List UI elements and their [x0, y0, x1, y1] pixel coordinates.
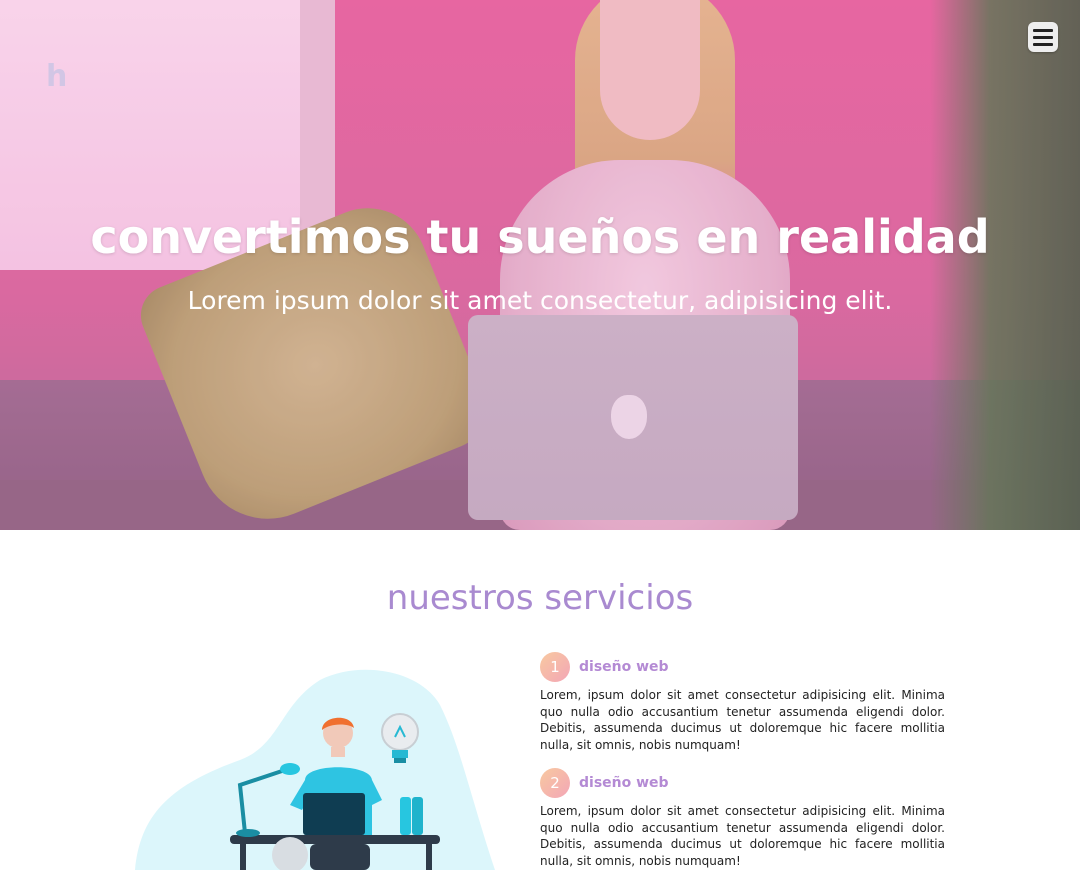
service-name: diseño web	[579, 775, 669, 791]
hamburger-menu-icon-line	[1033, 42, 1053, 46]
hero-title: convertimos tu sueños en realidad	[90, 210, 990, 264]
services-illustration	[130, 665, 500, 870]
service-name: diseño web	[579, 659, 669, 675]
desk	[230, 835, 440, 844]
hero-section: h convertimos tu sueños en realidad Lore…	[0, 0, 1080, 530]
services-title: nuestros servicios	[386, 578, 694, 618]
service-description: Lorem, ipsum dolor sit amet consectetur …	[540, 688, 945, 752]
service-number-badge: 2	[540, 768, 570, 798]
lightbulb-icon	[381, 713, 419, 751]
service-description: Lorem, ipsum dolor sit amet consectetur …	[540, 804, 945, 868]
hamburger-menu-icon	[1033, 28, 1053, 32]
service-header: 1 diseño web	[540, 652, 945, 682]
hero-subtitle: Lorem ipsum dolor sit amet consectetur, …	[187, 286, 893, 315]
person-at-desk-illustration	[135, 669, 495, 870]
service-item: 1 diseño web Lorem, ipsum dolor sit amet…	[540, 652, 945, 753]
laptop-icon	[303, 793, 365, 835]
hamburger-menu-icon-line	[1033, 35, 1053, 39]
service-header: 2 diseño web	[540, 768, 945, 798]
hero-overlay	[0, 0, 1080, 530]
service-item: 2 diseño web Lorem, ipsum dolor sit amet…	[540, 768, 945, 869]
service-number-badge: 1	[540, 652, 570, 682]
hamburger-menu-button[interactable]	[1028, 22, 1058, 52]
